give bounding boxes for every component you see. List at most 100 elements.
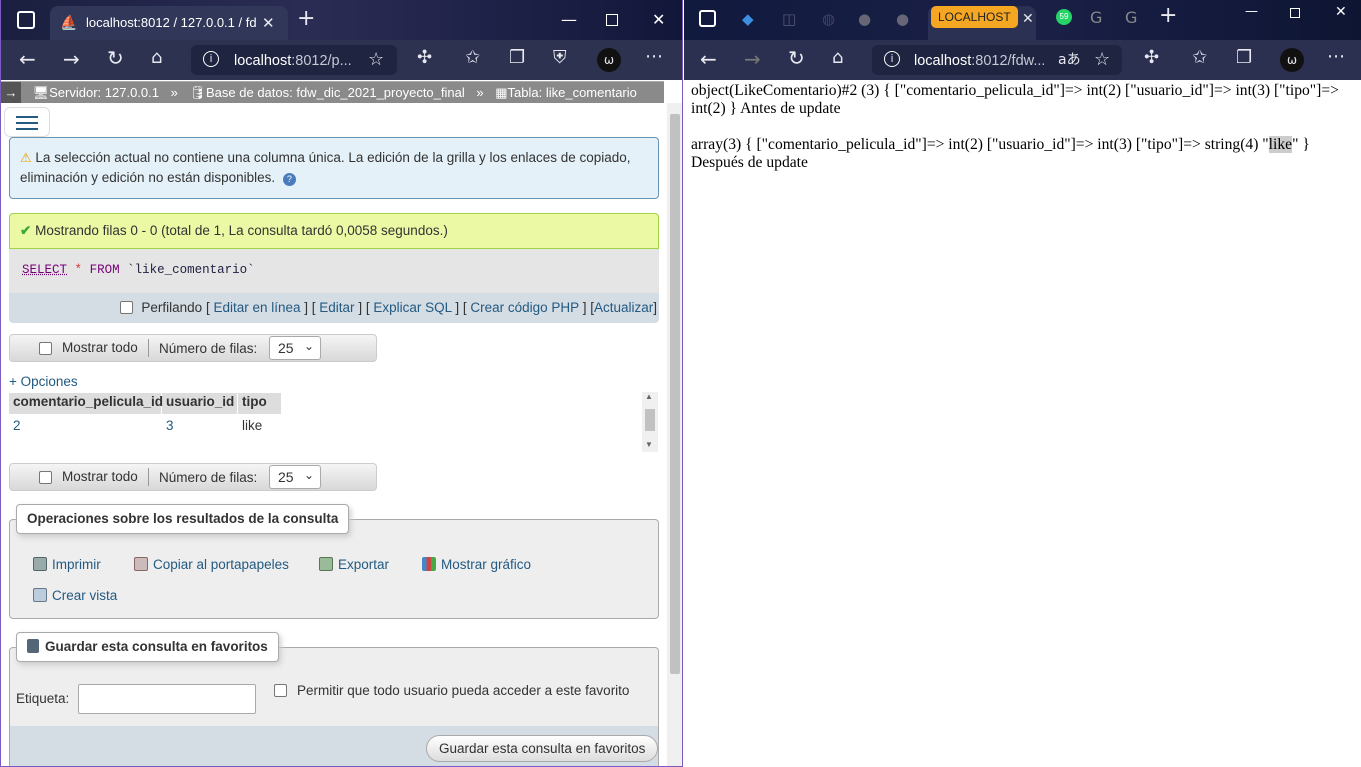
edit-inline-link[interactable]: Editar en línea (213, 300, 300, 315)
forward-icon[interactable]: → (744, 49, 761, 69)
allow-all-users-checkbox[interactable] (274, 684, 287, 697)
breadcrumb-separator: » (170, 85, 178, 100)
more-menu-icon[interactable]: ⋯ (1327, 48, 1345, 66)
close-tab-icon[interactable]: ✕ (1022, 10, 1034, 28)
close-tab-icon[interactable]: ✕ (262, 14, 275, 32)
table-cell[interactable]: 3 (162, 415, 238, 439)
home-icon[interactable]: ⌂ (832, 49, 843, 67)
edit-link[interactable]: Editar (319, 300, 354, 315)
new-tab-icon[interactable]: + (297, 8, 315, 30)
profiling-checkbox[interactable] (120, 301, 134, 314)
collapse-arrow-icon[interactable]: → (1, 82, 21, 103)
favorites-icon[interactable]: ✩ (1192, 49, 1207, 67)
tab-actions-icon[interactable] (699, 10, 716, 27)
breadcrumb-database[interactable]: Base de datos: fdw_dic_2021_proyecto_fin… (206, 82, 465, 103)
github-icon[interactable]: ● (858, 10, 871, 28)
column-header[interactable]: usuario_id (162, 393, 238, 414)
github-icon[interactable]: ● (896, 10, 909, 28)
rows-select[interactable]: 25 ⌄ (269, 465, 321, 489)
minimize-icon[interactable]: — (561, 10, 577, 29)
notice-message: ⚠ La selección actual no contiene una co… (9, 137, 659, 199)
reload-icon[interactable]: ↻ (788, 48, 805, 68)
copy-clipboard-link[interactable]: Copiar al portapapeles (134, 557, 289, 572)
google-icon[interactable]: G (1090, 9, 1102, 27)
back-icon[interactable]: ← (19, 49, 36, 69)
profile-avatar-icon[interactable]: ѡ (597, 48, 621, 72)
table-icon: ▦ (495, 85, 508, 100)
close-window-icon[interactable]: ✕ (1335, 4, 1347, 20)
show-all-checkbox[interactable] (39, 471, 52, 484)
column-header[interactable]: comentario_pelicula_id (9, 393, 163, 414)
whatsapp-icon[interactable]: 59 (1056, 9, 1072, 25)
extensions-icon[interactable]: ✣ (417, 49, 432, 67)
database-icon: 🛢 (189, 85, 206, 100)
page-scrollbar-thumb[interactable] (670, 114, 680, 674)
notice-text: La selección actual no contiene una colu… (20, 150, 631, 185)
show-all-checkbox[interactable] (39, 342, 52, 355)
breadcrumb-table[interactable]: Tabla: like_comentario (508, 82, 637, 103)
maximize-icon[interactable] (606, 14, 618, 26)
add-favorite-icon[interactable]: ☆ (1094, 51, 1110, 69)
site-info-icon[interactable]: i (203, 51, 219, 67)
tab-strip: ⛵ localhost:8012 / 127.0.0.1 / fdw_d ✕ +… (1, 0, 682, 40)
bookmark-label-input[interactable] (78, 684, 256, 714)
new-tab-icon[interactable]: + (1159, 5, 1177, 27)
show-all-label: Mostrar todo (62, 340, 138, 355)
help-icon[interactable]: ? (282, 173, 296, 186)
rows-select[interactable]: 25 ⌄ (269, 336, 321, 360)
profiling-label: Perfilando (141, 300, 203, 315)
tab-localhost[interactable]: LOCALHOST ✕ (928, 6, 1036, 40)
export-link[interactable]: Exportar (319, 557, 389, 572)
tab-actions-icon[interactable] (17, 11, 35, 29)
tab-phpmyadmin[interactable]: ⛵ localhost:8012 / 127.0.0.1 / fdw_d ✕ (50, 6, 288, 40)
add-favorite-icon[interactable]: ☆ (368, 51, 384, 69)
menu-toggle-button[interactable] (4, 107, 50, 137)
divider (148, 339, 149, 357)
table-cell: like (242, 418, 263, 433)
show-chart-link[interactable]: Mostrar gráfico (422, 557, 531, 572)
column-header[interactable]: tipo (238, 393, 281, 414)
scroll-up-icon[interactable]: ▲ (645, 392, 653, 401)
site-info-icon[interactable]: i (884, 51, 900, 67)
home-icon[interactable]: ⌂ (151, 49, 162, 67)
google-icon[interactable]: G (1125, 9, 1137, 27)
more-menu-icon[interactable]: ⋯ (645, 48, 663, 66)
table-header-row: comentario_pelicula_id usuario_id tipo (9, 393, 281, 414)
save-bookmark-button[interactable]: Guardar esta consulta en favoritos (426, 735, 659, 762)
address-bar[interactable]: i localhost:8012/p... ☆ (191, 45, 397, 75)
table-navigation-bottom: Mostrar todo Número de filas: 25 ⌄ (9, 463, 377, 491)
reload-icon[interactable]: ↻ (107, 48, 124, 68)
tab-favicon-icon[interactable]: ◫ (782, 10, 796, 28)
extensions-icon[interactable]: ✣ (1144, 49, 1159, 67)
explain-sql-link[interactable]: Explicar SQL (373, 300, 451, 315)
table-scrollbar[interactable]: ▲ ▼ (642, 392, 658, 452)
highlighted-text: like (1268, 136, 1293, 153)
address-bar[interactable]: i localhost:8012/fdw... aあ ☆ (872, 45, 1122, 75)
breadcrumb: → 🖥Servidor: 127.0.0.1 » 🛢Base de datos:… (1, 81, 664, 103)
scroll-down-icon[interactable]: ▼ (645, 440, 653, 449)
close-window-icon[interactable]: ✕ (652, 10, 665, 29)
create-view-link[interactable]: Crear vista (33, 588, 117, 603)
browser-essentials-icon[interactable]: ⛨ (553, 49, 567, 67)
forward-icon[interactable]: → (63, 49, 80, 69)
tab-group-label[interactable]: LOCALHOST (931, 6, 1018, 28)
profile-avatar-icon[interactable]: ѡ (1280, 48, 1304, 72)
chevron-down-icon: ⌄ (303, 339, 314, 353)
print-icon (33, 557, 47, 571)
favorites-icon[interactable]: ✩ (465, 49, 480, 67)
minimize-icon[interactable]: — (1245, 4, 1258, 19)
refresh-link[interactable]: Actualizar (594, 300, 653, 315)
back-icon[interactable]: ← (700, 49, 717, 69)
rows-select-value: 25 (278, 469, 294, 485)
options-link[interactable]: + Opciones (9, 374, 78, 389)
breadcrumb-server[interactable]: Servidor: 127.0.0.1 (49, 82, 159, 103)
read-aloud-icon[interactable]: aあ (1058, 51, 1081, 69)
tab-favicon-icon[interactable]: ◍ (822, 10, 835, 28)
create-php-code-link[interactable]: Crear código PHP (470, 300, 579, 315)
collections-icon[interactable]: ❐ (509, 49, 525, 67)
collections-icon[interactable]: ❐ (1236, 49, 1252, 67)
tab-favicon-icon[interactable]: ◆ (742, 10, 754, 28)
print-link[interactable]: Imprimir (33, 557, 101, 572)
table-cell[interactable]: 2 (9, 415, 162, 439)
maximize-icon[interactable] (1290, 8, 1300, 18)
